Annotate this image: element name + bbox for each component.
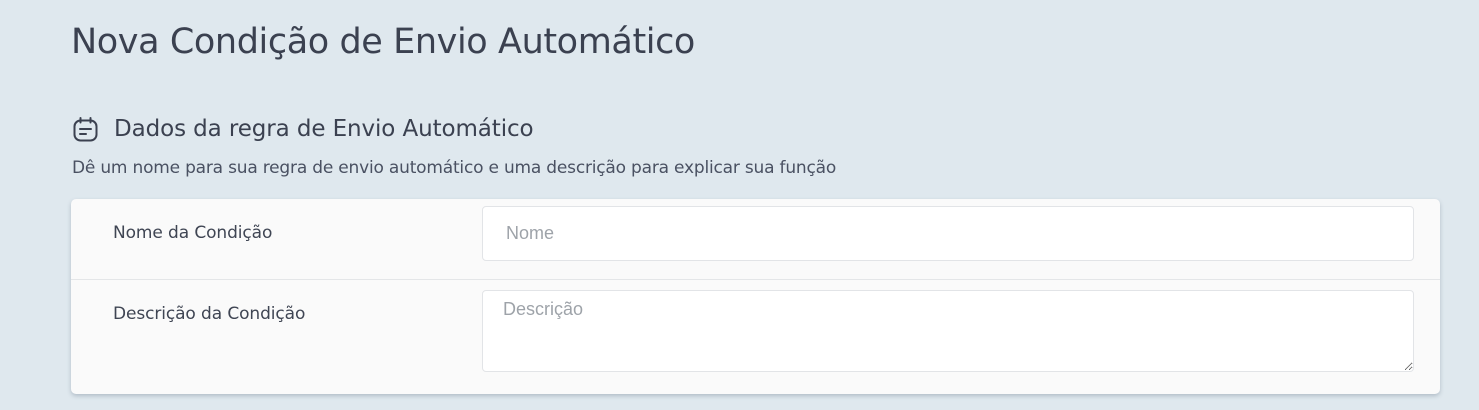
name-input[interactable]	[482, 206, 1414, 261]
section-description: Dê um nome para sua regra de envio autom…	[72, 158, 837, 178]
form-row-description: Descrição da Condição	[71, 280, 1440, 394]
form-row-name: Nome da Condição	[71, 199, 1440, 280]
section-header: Dados da regra de Envio Automático	[72, 114, 534, 144]
page-title: Nova Condição de Envio Automático	[71, 22, 695, 62]
section-title: Dados da regra de Envio Automático	[114, 116, 534, 142]
form-card: Nome da Condição Descrição da Condição	[71, 199, 1440, 394]
description-textarea[interactable]	[482, 290, 1414, 372]
description-field-label: Descrição da Condição	[113, 304, 306, 324]
calendar-note-icon	[72, 116, 99, 143]
name-field-label: Nome da Condição	[113, 223, 273, 243]
page: Nova Condição de Envio Automático Dados …	[0, 0, 1479, 410]
